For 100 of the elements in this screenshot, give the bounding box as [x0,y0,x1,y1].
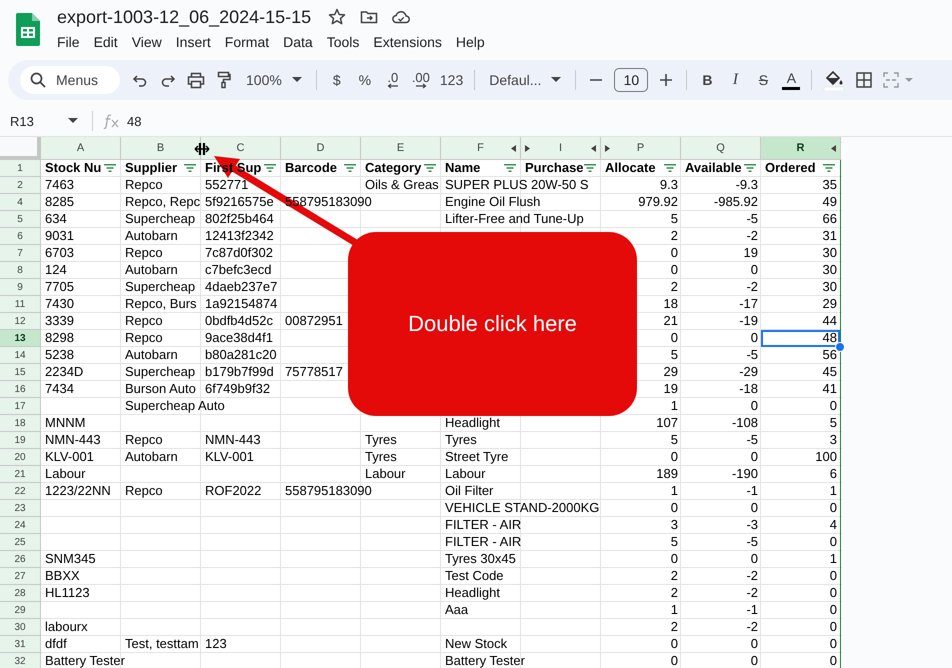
column-header[interactable]: A [41,137,121,160]
column-header[interactable]: I [521,137,601,160]
paint-roller-icon[interactable] [217,71,231,89]
decimal-button[interactable]: .0 [378,66,407,94]
row-number[interactable]: 6 [0,228,41,245]
row-number[interactable]: 1 [0,160,41,177]
row-number[interactable]: 7 [0,245,41,262]
filter-icon[interactable] [104,164,116,172]
text-color-button[interactable]: A [777,66,806,94]
row-number[interactable]: 9 [0,279,41,296]
row-number[interactable]: 11 [0,296,41,313]
row-number[interactable]: 29 [0,602,41,619]
row-number[interactable]: 27 [0,568,41,585]
italic-button[interactable]: I [721,66,750,94]
table-cell: 30 [822,279,837,295]
table-cell: 41 [822,381,837,397]
row-number[interactable]: 23 [0,500,41,517]
selection-handle[interactable] [835,342,845,352]
column-header[interactable]: F [441,137,521,160]
row-number[interactable]: 2 [0,177,41,194]
table-cell: Battery Tester [45,653,125,668]
table-cell: Tyres [365,449,397,465]
column-header[interactable]: B [121,137,201,160]
filter-icon[interactable] [184,164,196,172]
format-button[interactable]: % [350,66,379,94]
column-header[interactable]: C [201,137,281,160]
menu-item[interactable]: Extensions [367,32,448,52]
menu-item[interactable]: Tools [320,32,366,52]
filter-icon[interactable] [264,164,276,172]
row-number[interactable]: 20 [0,449,41,466]
row-number[interactable]: 28 [0,585,41,602]
menu-item[interactable]: Format [218,32,276,52]
name-box[interactable]: R13 [0,110,84,132]
table-cell: -2 [746,619,758,635]
decimal-button[interactable]: .00 [406,66,435,94]
row-number[interactable]: 13 [0,330,41,347]
format-button[interactable]: $ [322,66,351,94]
document-title[interactable]: export-1003-12_06_2024-15-15 [57,6,312,28]
row-number[interactable]: 4 [0,194,41,211]
filter-icon[interactable] [344,164,356,172]
table-cell: Repco, Burs [125,296,197,312]
font-size-field[interactable]: 10 [614,68,648,92]
column-header[interactable]: D [281,137,361,160]
table-cell: Supercheap [125,364,196,380]
format-button[interactable]: 123 [434,66,468,94]
fill-color-icon[interactable] [823,69,846,91]
row-number[interactable]: 32 [0,653,41,668]
column-header[interactable]: P [601,137,681,160]
triangle-icon[interactable] [605,145,610,152]
row-number[interactable]: 21 [0,466,41,483]
print-icon[interactable] [187,72,205,88]
row-number[interactable]: 8 [0,262,41,279]
row-number[interactable]: 5 [0,211,41,228]
row-number[interactable]: 24 [0,517,41,534]
triangle-icon[interactable] [591,145,596,152]
sheets-logo-icon[interactable] [16,13,40,46]
table-cell: Repco [125,177,163,193]
row-number[interactable]: 19 [0,432,41,449]
row-number[interactable]: 14 [0,347,41,364]
formula-input[interactable]: 48 [127,114,142,128]
star-icon[interactable] [327,7,348,27]
filter-icon[interactable] [744,164,756,172]
row-number[interactable]: 26 [0,551,41,568]
resize-cursor-icon [194,141,210,157]
column-header[interactable]: E [361,137,441,160]
column-title: Available [685,160,742,176]
row-number[interactable]: 15 [0,364,41,381]
filter-icon[interactable] [823,164,835,172]
row-number[interactable]: 22 [0,483,41,500]
menu-item[interactable]: Edit [88,32,124,52]
column-header[interactable]: Q [681,137,761,160]
filter-icon[interactable] [424,164,436,172]
row-number[interactable]: 31 [0,636,41,653]
triangle-icon[interactable] [511,145,516,152]
row-number[interactable]: 25 [0,534,41,551]
triangle-icon[interactable] [525,145,530,152]
table-cell: 5 [670,432,678,448]
menu-item[interactable]: Help [450,32,491,52]
menus-search-field[interactable]: Menus [20,66,120,94]
borders-icon[interactable] [856,72,872,88]
menu-item[interactable]: Insert [170,32,217,52]
dropdown-button[interactable]: Defaul... [481,66,570,94]
menu-item[interactable]: Data [277,32,319,52]
row-number[interactable]: 18 [0,415,41,432]
plus-icon[interactable] [659,73,674,87]
strikethrough-button[interactable]: S [749,66,778,94]
merge-cells-icon[interactable] [883,72,914,88]
row-number[interactable]: 16 [0,381,41,398]
bold-button[interactable]: B [693,66,722,94]
column-header[interactable]: R [761,137,841,160]
menu-item[interactable]: File [51,32,86,52]
filter-icon[interactable] [504,164,516,172]
row-number[interactable]: 17 [0,398,41,415]
row-number[interactable]: 30 [0,619,41,636]
dropdown-button[interactable]: 100% [238,66,310,94]
triangle-icon[interactable] [831,145,836,152]
filter-icon[interactable] [664,164,676,172]
menu-item[interactable]: View [126,32,168,52]
filter-icon[interactable] [584,164,596,172]
row-number[interactable]: 12 [0,313,41,330]
